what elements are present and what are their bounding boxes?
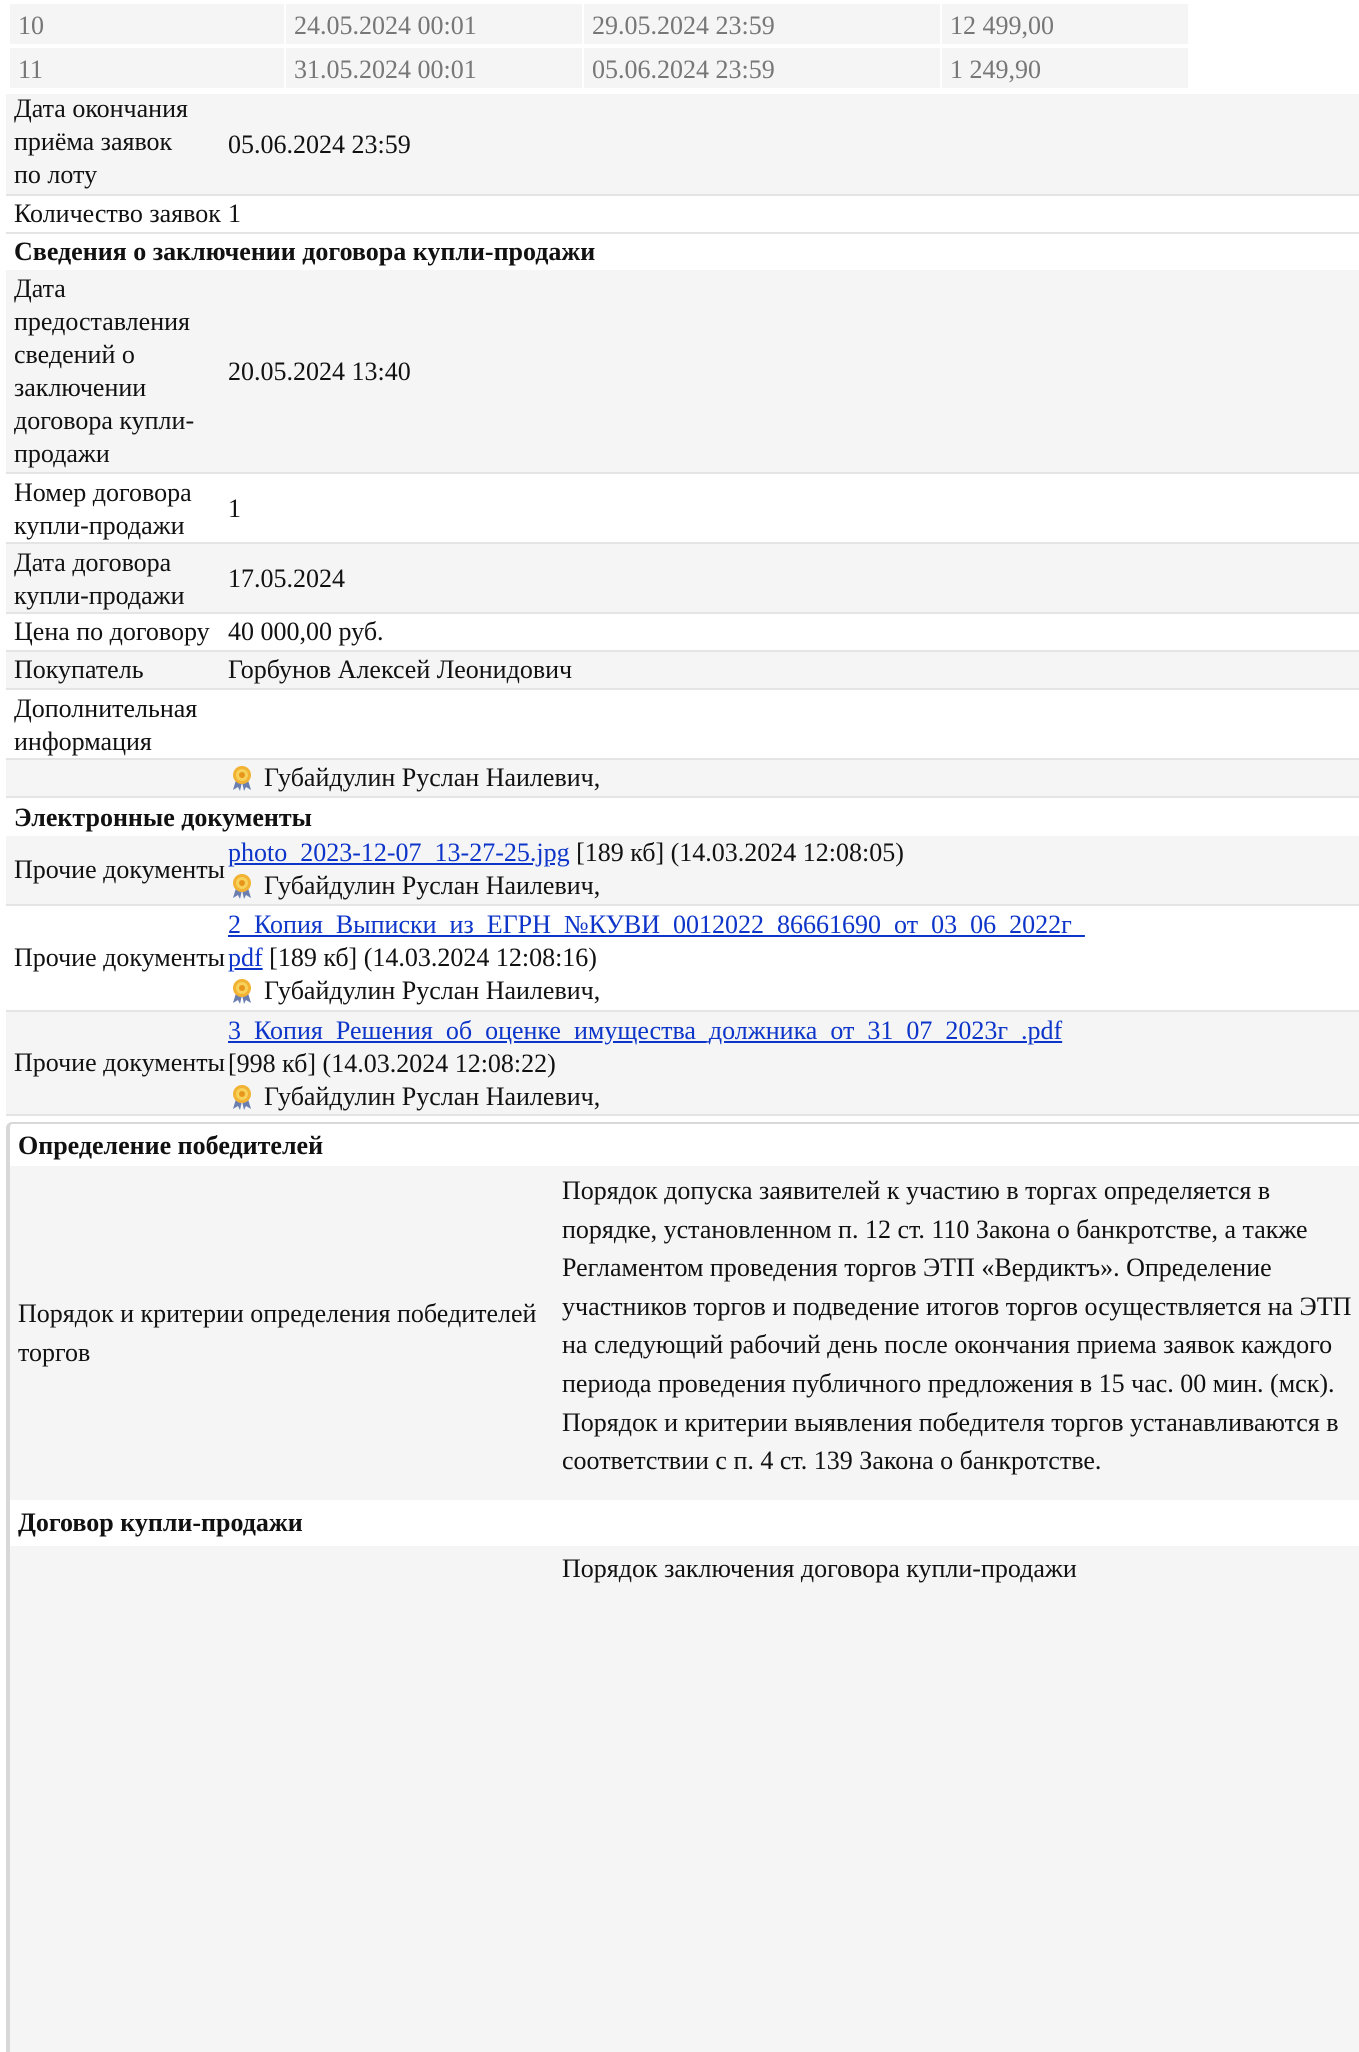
medal-icon — [228, 872, 256, 900]
contract-number-value: 1 — [228, 493, 241, 523]
extra-info-label: Дополнительная информация — [14, 694, 198, 756]
section-sale-contract-title: Договор купли-продажи — [6, 1500, 1359, 1546]
document-link[interactable]: 3_Копия_Решения_об_оценке_имущества_долж… — [228, 1016, 1062, 1045]
section-title: Договор купли-продажи — [18, 1508, 303, 1537]
document-link-continuation[interactable]: pdf — [228, 943, 263, 972]
contract-date-value: 17.05.2024 — [228, 563, 345, 593]
section-documents-title: Электронные документы — [6, 800, 1359, 836]
document-entry: 2_Копия_Выписки_из_ЕГРН_№КУВИ_0012022_86… — [228, 908, 1358, 1007]
document-row: Прочие документы 3_Копия_Решения_об_оцен… — [6, 1012, 1359, 1116]
document-row: Прочие документы photo_2023-12-07_13-27-… — [6, 836, 1359, 906]
signer: Губайдулин Руслан Наилевич, — [228, 869, 1288, 902]
medal-icon — [228, 1083, 256, 1111]
contract-number-label: Номер договора купли-продажи — [14, 478, 192, 540]
info-date-row: Дата предоставления сведений о заключени… — [6, 270, 1359, 474]
period-start: 24.05.2024 00:01 — [286, 4, 582, 46]
period-number: 10 — [10, 4, 284, 46]
deadline-label: Дата окончания приёма заявок по лоту — [14, 94, 188, 189]
document-meta: [189 кб] (14.03.2024 12:08:16) — [262, 943, 597, 972]
winners-row: Порядок и критерии определения победител… — [6, 1166, 1359, 1500]
deadline-row: Дата окончания приёма заявок по лоту 05.… — [6, 94, 1359, 196]
period-end: 05.06.2024 23:59 — [584, 48, 940, 90]
period-price: 1 249,90 — [942, 48, 1188, 90]
period-number: 11 — [10, 48, 284, 90]
document-entry: photo_2023-12-07_13-27-25.jpg [189 кб] (… — [228, 836, 1288, 902]
document-meta: [998 кб] (14.03.2024 12:08:22) — [228, 1049, 556, 1078]
contract-signer-row: Губайдулин Руслан Наилевич, — [6, 760, 1359, 798]
contract-number-row: Номер договора купли-продажи 1 — [6, 474, 1359, 544]
medal-icon — [228, 977, 256, 1005]
section-winners-title: Определение победителей — [6, 1122, 1359, 1168]
section-contract-title: Сведения о заключении договора купли-про… — [6, 234, 1359, 270]
document-link[interactable]: photo_2023-12-07_13-27-25.jpg — [228, 838, 570, 867]
document-meta: [189 кб] (14.03.2024 12:08:05) — [569, 838, 904, 867]
medal-icon — [228, 764, 256, 792]
signer-name: Губайдулин Руслан Наилевич, — [264, 976, 601, 1005]
sale-contract-row: Порядок заключения договора купли-продаж… — [6, 1546, 1359, 2052]
contract-price-value: 40 000,00 руб. — [228, 617, 384, 646]
section-title: Определение победителей — [18, 1131, 324, 1160]
sale-contract-value: Порядок заключения договора купли-продаж… — [562, 1554, 1077, 1583]
bid-count-value: 1 — [228, 199, 241, 228]
signer: Губайдулин Руслан Наилевич, — [228, 760, 1288, 796]
bid-count-row: Количество заявок 1 — [6, 196, 1359, 234]
period-end: 29.05.2024 23:59 — [584, 4, 940, 46]
extra-info-value — [228, 690, 1288, 758]
period-price: 12 499,00 — [942, 4, 1188, 46]
period-start: 31.05.2024 00:01 — [286, 48, 582, 90]
signer-name: Губайдулин Руслан Наилевич, — [264, 871, 601, 900]
winners-label: Порядок и критерии определения победител… — [18, 1299, 537, 1367]
contract-date-row: Дата договора купли-продажи 17.05.2024 — [6, 544, 1359, 614]
deadline-value: 05.06.2024 23:59 — [228, 129, 411, 159]
signer: Губайдулин Руслан Наилевич, — [228, 974, 1358, 1007]
document-entry: 3_Копия_Решения_об_оценке_имущества_долж… — [228, 1014, 1288, 1113]
buyer-row: Покупатель Горбунов Алексей Леонидович — [6, 652, 1359, 690]
document-link[interactable]: 2_Копия_Выписки_из_ЕГРН_№КУВИ_0012022_86… — [228, 910, 1085, 939]
buyer-value: Горбунов Алексей Леонидович — [228, 655, 573, 684]
info-date-value: 20.05.2024 13:40 — [228, 356, 411, 386]
info-date-label: Дата предоставления сведений о заключени… — [14, 274, 195, 468]
section-title: Электронные документы — [14, 803, 312, 832]
contract-date-label: Дата договора купли-продажи — [14, 548, 185, 610]
signer-name: Губайдулин Руслан Наилевич, — [264, 763, 601, 792]
section-title: Сведения о заключении договора купли-про… — [14, 237, 596, 266]
extra-info-row: Дополнительная информация — [6, 690, 1359, 760]
contract-price-row: Цена по договору 40 000,00 руб. — [6, 614, 1359, 652]
document-row: Прочие документы 2_Копия_Выписки_из_ЕГРН… — [6, 906, 1359, 1012]
signer-name: Губайдулин Руслан Наилевич, — [264, 1082, 601, 1111]
signer: Губайдулин Руслан Наилевич, — [228, 1080, 1288, 1113]
winners-value: Порядок допуска заявителей к участию в т… — [562, 1176, 1352, 1476]
